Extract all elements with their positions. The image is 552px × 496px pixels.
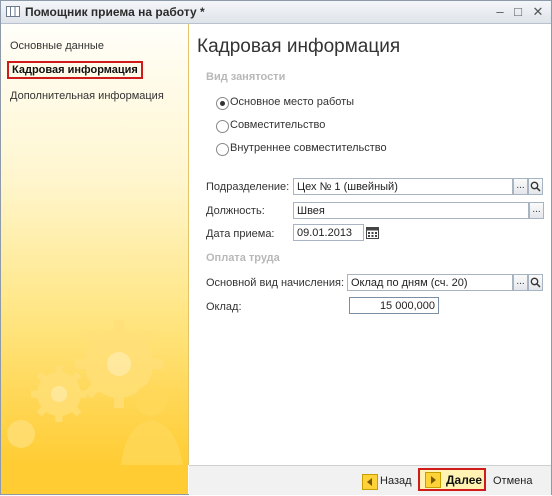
accrual-type-label: Основной вид начисления: bbox=[206, 277, 345, 289]
back-button-label: Назад bbox=[380, 475, 412, 487]
step-additional-info[interactable]: Дополнительная информация bbox=[10, 90, 164, 102]
sidebar-footer bbox=[1, 465, 188, 494]
salary-field[interactable]: 15 000,000 bbox=[349, 297, 439, 314]
gears-illustration bbox=[7, 320, 183, 465]
next-button[interactable]: Далее bbox=[418, 468, 486, 491]
back-arrow-icon bbox=[362, 474, 378, 490]
position-label: Должность: bbox=[206, 205, 265, 217]
page-title: Кадровая информация bbox=[197, 36, 401, 57]
wizard-footer: Назад Далее Отмена bbox=[189, 465, 551, 495]
title-bar: Помощник приема на работу * – □ ✕ bbox=[1, 1, 551, 24]
next-arrow-icon bbox=[425, 472, 441, 488]
minimize-icon[interactable]: – bbox=[492, 4, 508, 19]
department-label: Подразделение: bbox=[206, 181, 290, 193]
radio-empty-icon bbox=[216, 120, 229, 133]
search-icon[interactable] bbox=[528, 274, 543, 291]
employment-section-title: Вид занятости bbox=[206, 71, 286, 83]
back-button[interactable]: Назад bbox=[362, 471, 412, 491]
next-button-label: Далее bbox=[446, 473, 483, 487]
radio-label: Внутреннее совместительство bbox=[230, 142, 387, 154]
step-basic-data[interactable]: Основные данные bbox=[10, 40, 104, 52]
pay-section-title: Оплата труда bbox=[206, 252, 280, 264]
hire-date-label: Дата приема: bbox=[206, 228, 275, 240]
main-panel: Кадровая информация Вид занятости Основн… bbox=[189, 24, 551, 465]
position-field[interactable]: Швея bbox=[293, 202, 529, 219]
accrual-type-field[interactable]: Оклад по дням (сч. 20) bbox=[347, 274, 513, 291]
hire-date-field[interactable]: 09.01.2013 bbox=[293, 224, 364, 241]
radio-empty-icon bbox=[216, 143, 229, 156]
step-hr-info[interactable]: Кадровая информация bbox=[7, 61, 143, 79]
close-icon[interactable]: ✕ bbox=[530, 4, 546, 19]
radio-label: Совместительство bbox=[230, 119, 326, 131]
window-title: Помощник приема на работу * bbox=[25, 5, 205, 19]
search-icon[interactable] bbox=[528, 178, 543, 195]
wizard-window: Помощник приема на работу * – □ ✕ Основн… bbox=[0, 0, 552, 495]
select-icon[interactable]: ... bbox=[529, 202, 544, 219]
cancel-button[interactable]: Отмена bbox=[493, 471, 532, 491]
app-icon bbox=[6, 6, 20, 17]
select-icon[interactable]: ... bbox=[513, 274, 528, 291]
wizard-steps-sidebar: Основные данные Кадровая информация Допо… bbox=[1, 24, 189, 465]
select-icon[interactable]: ... bbox=[513, 178, 528, 195]
salary-label: Оклад: bbox=[206, 301, 242, 313]
maximize-icon[interactable]: □ bbox=[510, 4, 526, 19]
calendar-icon[interactable] bbox=[365, 224, 380, 241]
radio-selected-icon bbox=[216, 97, 229, 110]
department-field[interactable]: Цех № 1 (швейный) bbox=[293, 178, 513, 195]
radio-label: Основное место работы bbox=[230, 96, 355, 108]
